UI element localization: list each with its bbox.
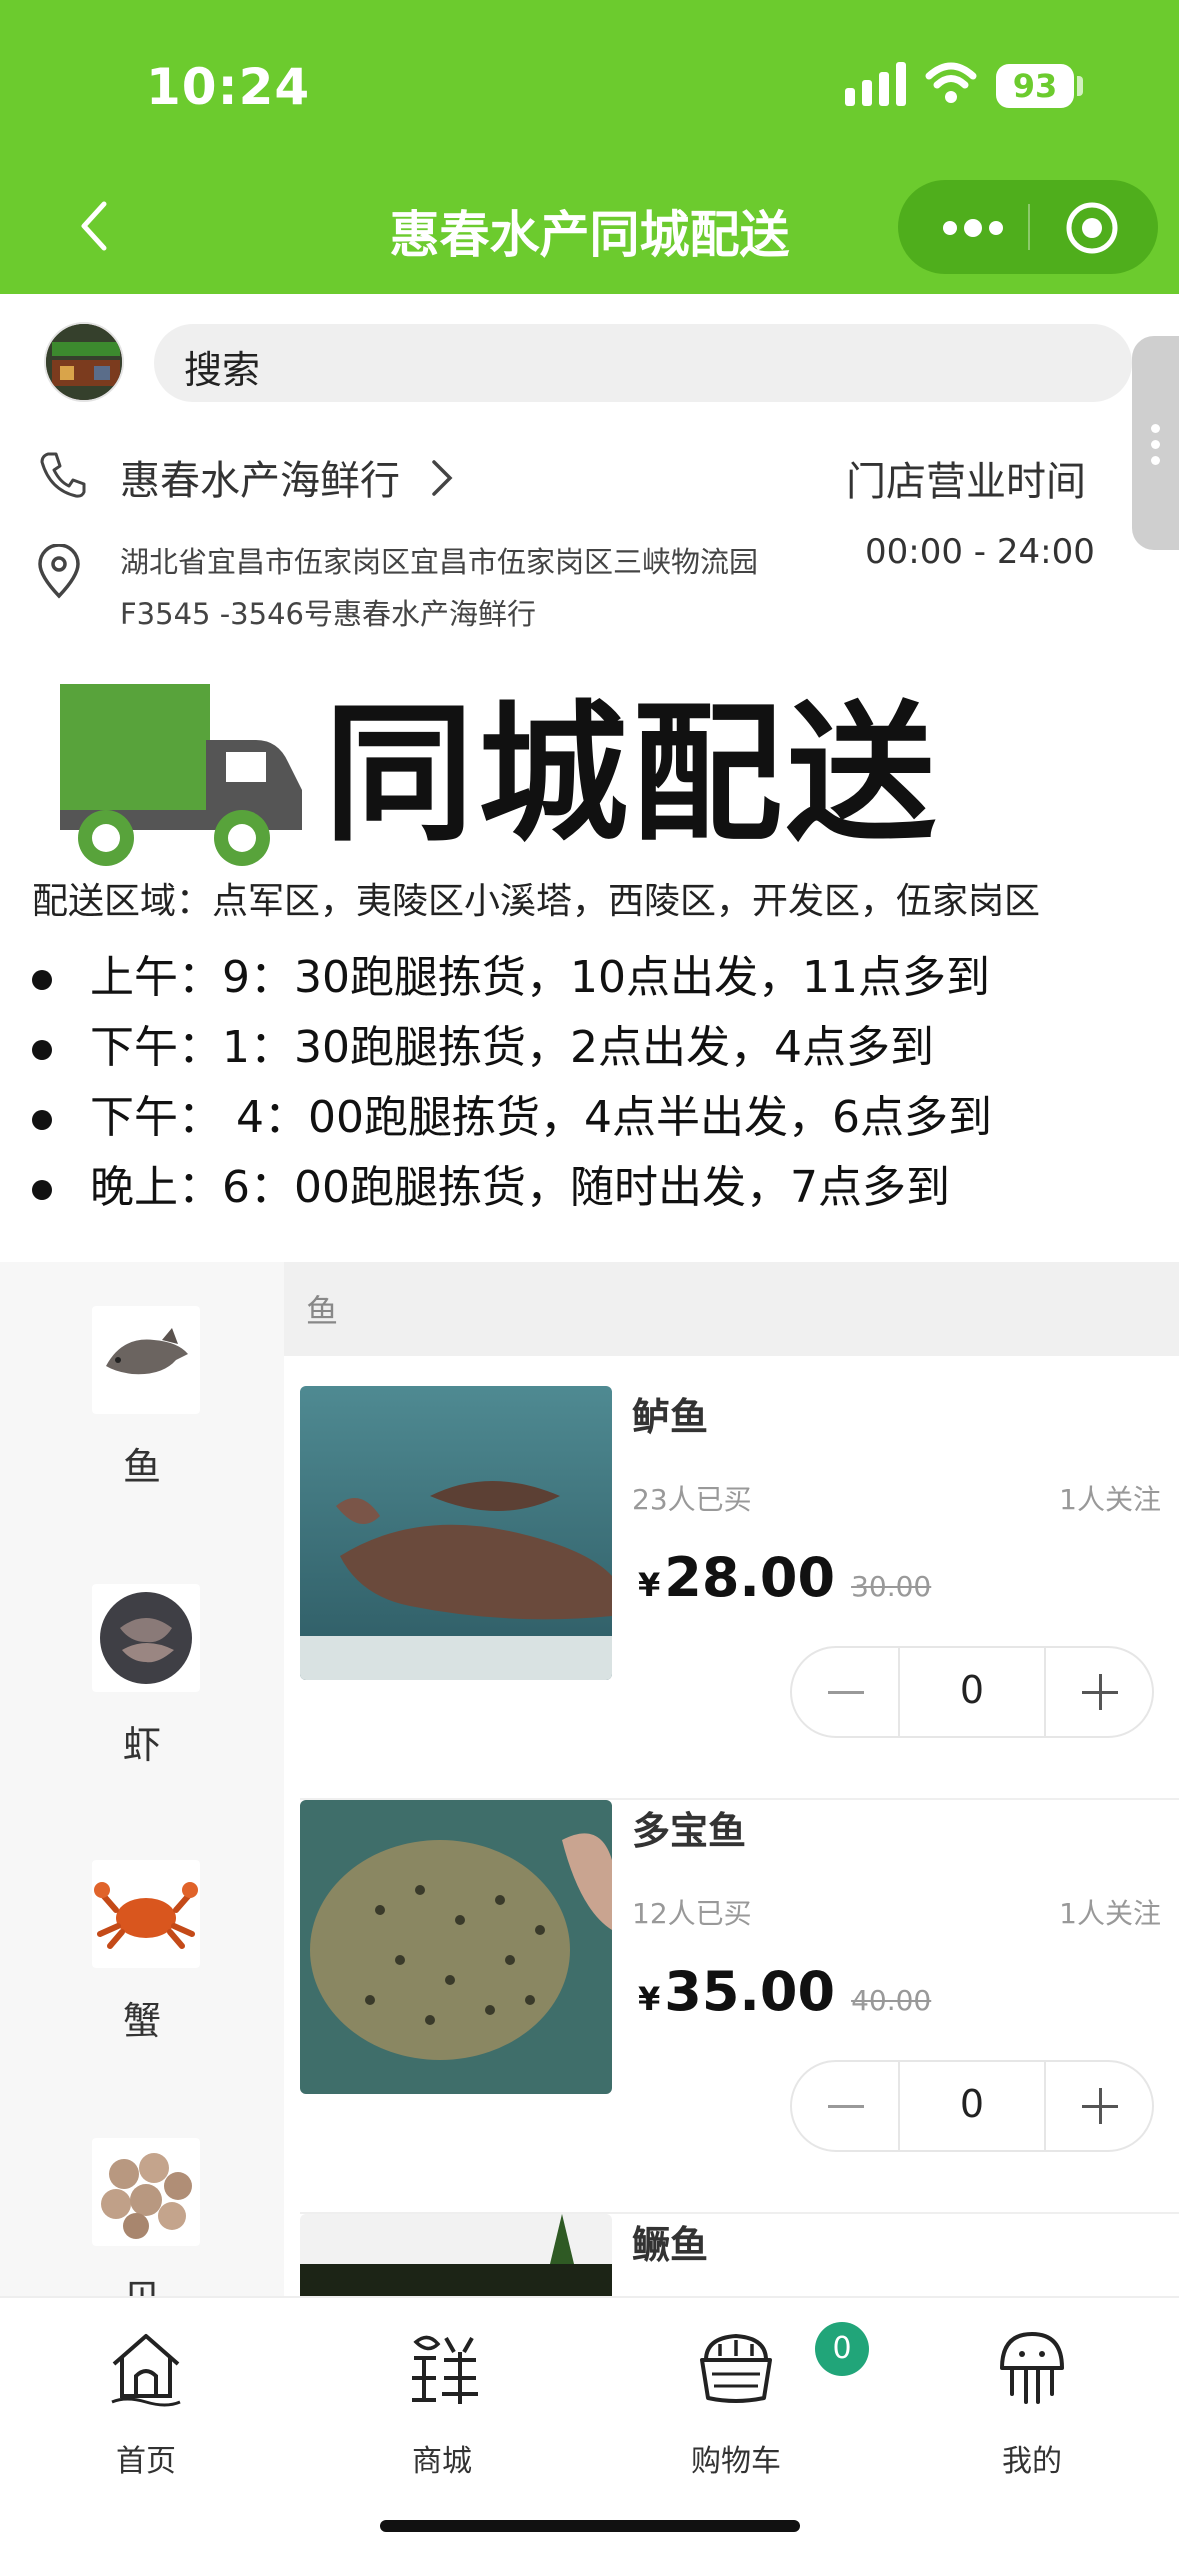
product-card: 多宝鱼 12人已买 1人关注 ¥35.00 40.00 0 [284, 1800, 1179, 2214]
search-input[interactable]: 搜索 [154, 324, 1132, 402]
product-image[interactable] [300, 1386, 612, 1680]
schedule-item: 晚上：6：00跑腿拣货，随时出发，7点多到 [30, 1158, 992, 1228]
currency-symbol: ¥ [638, 1566, 661, 1604]
product-name[interactable]: 鲈鱼 [632, 1386, 708, 1441]
decrease-quantity-button[interactable] [792, 2062, 900, 2150]
quantity-stepper: 0 [790, 2060, 1154, 2152]
price-value: 28.00 [664, 1546, 836, 1609]
capsule-divider [1028, 204, 1030, 250]
crab-icon [92, 1860, 200, 1968]
mall-icon [412, 2335, 478, 2404]
side-drawer-handle[interactable] [1132, 336, 1179, 550]
category-item-shellfish[interactable]: 贝 [0, 2138, 284, 2297]
wifi-icon [925, 62, 977, 103]
product-sold-count: 12人已买 [632, 1897, 752, 1930]
product-price: ¥35.00 40.00 [638, 1960, 931, 2023]
category-label: 虾 [122, 1723, 161, 1767]
tab-mall[interactable]: 商城 [322, 2318, 562, 2479]
tab-label: 商城 [412, 2444, 472, 2479]
category-label: 鱼 [122, 1445, 161, 1489]
chevron-right-icon [432, 460, 453, 496]
category-label: 贝 [0, 2268, 284, 2297]
product-price: ¥28.00 30.00 [638, 1546, 931, 1609]
product-follow-count: 1人关注 [1059, 1897, 1161, 1930]
home-icon [111, 2334, 181, 2407]
store-avatar[interactable] [44, 322, 124, 402]
category-sidebar: 鱼 虾 蟹 贝 [0, 1262, 284, 2297]
more-options-icon[interactable] [938, 208, 1008, 248]
cart-count-badge: 0 [815, 2322, 869, 2376]
cellular-signal-icon [845, 62, 907, 106]
category-label: 蟹 [122, 1999, 161, 2043]
status-time: 10:24 [146, 58, 311, 116]
quantity-stepper: 0 [790, 1646, 1154, 1738]
category-item-fish[interactable]: 鱼 [0, 1306, 284, 1566]
section-title: 鱼 [306, 1292, 339, 1330]
business-hours-label: 门店营业时间 [846, 459, 1086, 505]
search-placeholder: 搜索 [184, 348, 261, 392]
profile-icon [1000, 2332, 1064, 2404]
battery-indicator: 93 [996, 64, 1074, 108]
schedule-item: 下午：1：30跑腿拣货，2点出发，4点多到 [30, 1018, 992, 1088]
decrease-quantity-button[interactable] [792, 1648, 900, 1736]
product-name[interactable]: 多宝鱼 [632, 1800, 746, 1855]
home-indicator [380, 2520, 800, 2532]
delivery-schedule: 上午：9：30跑腿拣货，10点出发，11点多到 下午：1：30跑腿拣货，2点出发… [30, 948, 992, 1228]
banner-title: 同城配送 [324, 688, 941, 862]
fish-icon [92, 1306, 200, 1414]
store-name-link[interactable]: 惠春水产海鲜行 [120, 448, 400, 506]
phone-icon[interactable] [38, 450, 88, 500]
location-pin-icon [38, 544, 80, 599]
increase-quantity-button[interactable] [1044, 1648, 1152, 1736]
product-card: 鲈鱼 23人已买 1人关注 ¥28.00 30.00 0 [284, 1386, 1179, 1800]
price-value: 35.00 [664, 1960, 836, 2023]
delivery-truck-icon [60, 684, 302, 866]
business-hours-value: 00:00 - 24:00 [865, 532, 1095, 572]
original-price: 40.00 [851, 1984, 932, 2017]
tab-profile[interactable]: 我的 [912, 2318, 1152, 2479]
product-image[interactable] [300, 2214, 612, 2296]
product-sold-count: 23人已买 [632, 1483, 752, 1516]
category-item-crab[interactable]: 蟹 [0, 1860, 284, 2120]
product-follow-count: 1人关注 [1059, 1483, 1161, 1516]
mini-program-capsule [898, 180, 1158, 274]
schedule-item: 下午： 4：00跑腿拣货，4点半出发，6点多到 [30, 1088, 992, 1158]
tab-home[interactable]: 首页 [26, 2318, 266, 2479]
battery-cap [1077, 76, 1083, 96]
delivery-area: 配送区域：点军区，夷陵区小溪塔，西陵区，开发区，伍家岗区 [32, 881, 1041, 922]
product-image[interactable] [300, 1800, 612, 2094]
increase-quantity-button[interactable] [1044, 2062, 1152, 2150]
tab-label: 我的 [1002, 2444, 1062, 2479]
close-mini-program-icon[interactable] [1064, 200, 1120, 256]
shellfish-icon [92, 2138, 200, 2246]
cart-icon [700, 2333, 772, 2403]
tab-label: 购物车 [691, 2444, 781, 2479]
header-bar: 10:24 93 惠春水产同城配送 [0, 0, 1179, 294]
section-header: 鱼 [284, 1262, 1179, 1356]
tab-label: 首页 [116, 2444, 176, 2479]
shrimp-icon [92, 1584, 200, 1692]
schedule-item: 上午：9：30跑腿拣货，10点出发，11点多到 [30, 948, 992, 1018]
bottom-tab-bar: 首页 商城 购物车 我的 [0, 2296, 1179, 2556]
product-card: 鳜鱼 [284, 2214, 1179, 2296]
category-item-shrimp[interactable]: 虾 [0, 1584, 284, 1844]
original-price: 30.00 [851, 1570, 932, 1603]
quantity-value[interactable]: 0 [900, 2082, 1044, 2126]
currency-symbol: ¥ [638, 1980, 661, 2018]
product-name[interactable]: 鳜鱼 [632, 2214, 708, 2269]
quantity-value[interactable]: 0 [900, 1668, 1044, 1712]
store-address: 湖北省宜昌市伍家岗区宜昌市伍家岗区三峡物流园F3545 -3546号惠春水产海鲜… [120, 545, 759, 631]
